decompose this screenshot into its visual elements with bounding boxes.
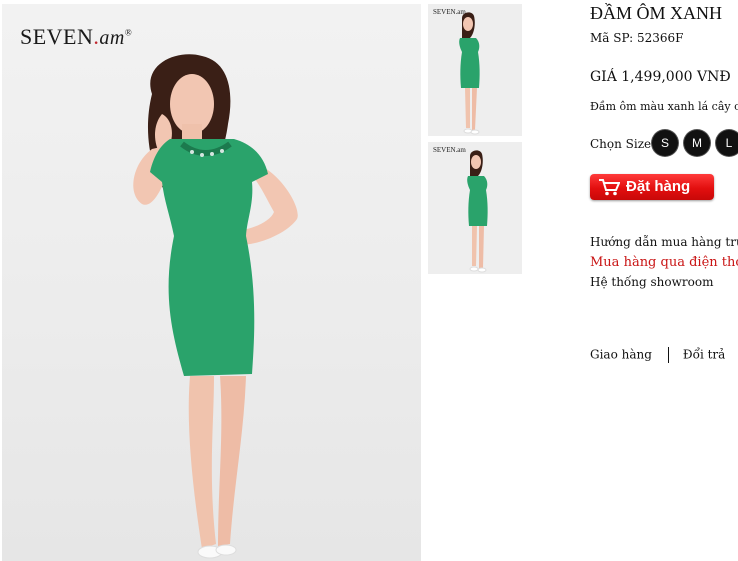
order-button[interactable]: Đặt hàng bbox=[590, 174, 714, 200]
showroom-link[interactable]: Hệ thống showroom bbox=[590, 275, 713, 289]
size-button-l[interactable]: L bbox=[716, 130, 738, 156]
link-divider bbox=[667, 347, 669, 363]
thumbnail-2[interactable]: SEVEN.am bbox=[428, 142, 522, 274]
returns-link[interactable]: Đổi trả bbox=[683, 348, 725, 362]
shipping-link[interactable]: Giao hàng bbox=[590, 348, 652, 362]
size-label: Chọn Size: bbox=[590, 137, 656, 151]
product-title: ĐẦM ÔM XANH bbox=[590, 3, 723, 23]
thumbnail-model-figure bbox=[459, 12, 480, 135]
product-sku: Mã SP: 52366F bbox=[590, 31, 684, 45]
product-price: GIÁ 1,499,000 VNĐ bbox=[590, 69, 731, 85]
size-button-s[interactable]: S bbox=[652, 130, 678, 156]
thumbnail-1[interactable]: SEVEN.am bbox=[428, 4, 522, 136]
purchase-guide-link[interactable]: Hướng dẫn mua hàng trực tuyến bbox=[590, 235, 738, 249]
order-button-label: Đặt hàng bbox=[626, 178, 691, 195]
size-button-m[interactable]: M bbox=[684, 130, 710, 156]
model-figure bbox=[133, 54, 298, 559]
cart-icon bbox=[599, 179, 620, 196]
phone-order-text: Mua hàng qua điện thoại: 0 bbox=[590, 255, 738, 270]
main-product-photo[interactable]: SEVEN.am® bbox=[2, 4, 421, 561]
thumbnail-model-figure bbox=[467, 150, 488, 273]
footer-links: Giao hàng Đổi trả bbox=[590, 347, 725, 363]
product-description: Đầm ôm màu xanh lá cây có đi bbox=[590, 100, 738, 113]
